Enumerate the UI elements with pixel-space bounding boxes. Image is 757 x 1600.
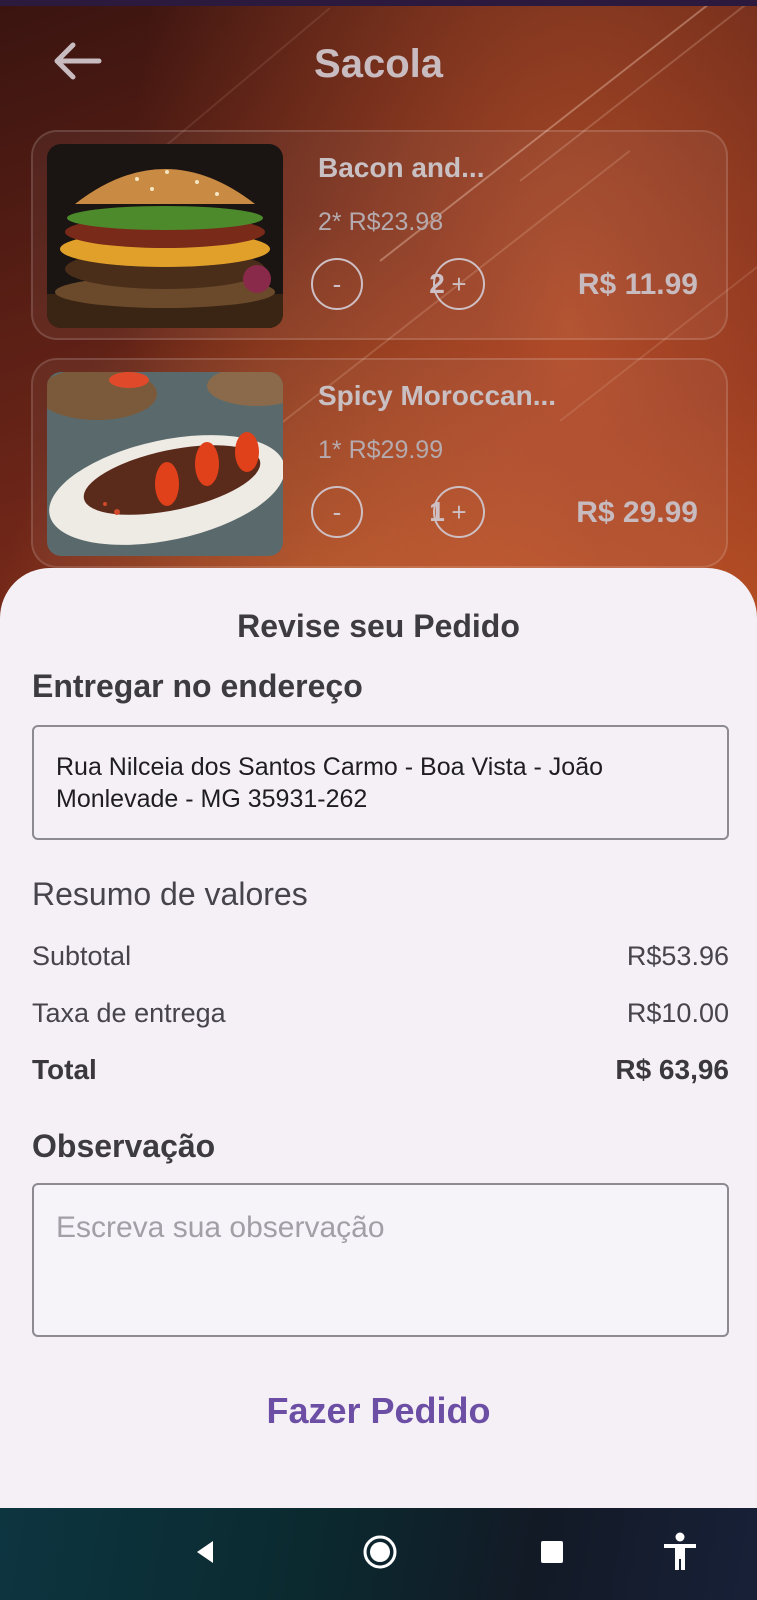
subtotal-row: Subtotal R$53.96 (32, 941, 729, 972)
system-nav-bar (0, 1508, 757, 1600)
home-circle-icon (361, 1533, 399, 1576)
decrement-button[interactable]: - (311, 258, 363, 310)
item-price: R$ 11.99 (577, 268, 698, 301)
burger-photo (47, 144, 283, 328)
nav-home-button[interactable] (354, 1528, 406, 1580)
item-name: Bacon and... (318, 152, 485, 183)
item-name: Spicy Moroccan... (318, 380, 557, 411)
grilled-meat-photo (47, 372, 283, 556)
cart-item: Spicy Moroccan... 1* R$29.99 - 1 + R$ 29… (31, 358, 728, 568)
summary-heading: Resumo de valores (32, 876, 308, 912)
increment-button[interactable]: + (433, 486, 485, 538)
page-title: Sacola (314, 42, 443, 86)
status-strip (0, 0, 757, 6)
item-summary: 1* R$29.99 (318, 436, 444, 464)
app-header: Sacola (0, 34, 757, 94)
order-review-sheet: Revise seu Pedido Entregar no endereço R… (0, 568, 757, 1509)
cart-item: Bacon and... 2* R$23.98 - 2 + R$ 11.99 (31, 130, 728, 340)
nav-back-button[interactable] (180, 1528, 232, 1580)
item-summary: 2* R$23.98 (318, 208, 444, 236)
accessibility-icon (662, 1532, 698, 1577)
subtotal-value: R$53.96 (626, 941, 729, 971)
address-heading: Entregar no endereço (32, 668, 363, 704)
subtotal-label: Subtotal (32, 941, 132, 971)
total-value: R$ 63,96 (615, 1054, 729, 1085)
recents-square-icon (540, 1540, 564, 1569)
total-label: Total (32, 1054, 97, 1085)
delivery-fee-row: Taxa de entrega R$10.00 (32, 998, 729, 1029)
minus-icon: - (332, 268, 342, 299)
decrement-button[interactable]: - (311, 486, 363, 538)
plus-icon: + (451, 496, 467, 527)
observation-input[interactable]: Escreva sua observação (32, 1183, 729, 1337)
address-field[interactable]: Rua Nilceia dos Santos Carmo - Boa Vista… (32, 725, 729, 840)
place-order-button[interactable]: Fazer Pedido (0, 1390, 757, 1432)
increment-button[interactable]: + (433, 258, 485, 310)
sheet-title: Revise seu Pedido (237, 608, 520, 644)
nav-recents-button[interactable] (526, 1528, 578, 1580)
minus-icon: - (332, 496, 342, 527)
observation-heading: Observação (32, 1128, 216, 1164)
delivery-fee-value: R$10.00 (626, 998, 729, 1028)
item-price: R$ 29.99 (576, 496, 698, 529)
total-row: Total R$ 63,96 (32, 1054, 729, 1086)
nav-accessibility-button[interactable] (654, 1528, 706, 1580)
plus-icon: + (451, 268, 467, 299)
delivery-fee-label: Taxa de entrega (32, 998, 226, 1028)
back-triangle-icon (193, 1539, 219, 1570)
